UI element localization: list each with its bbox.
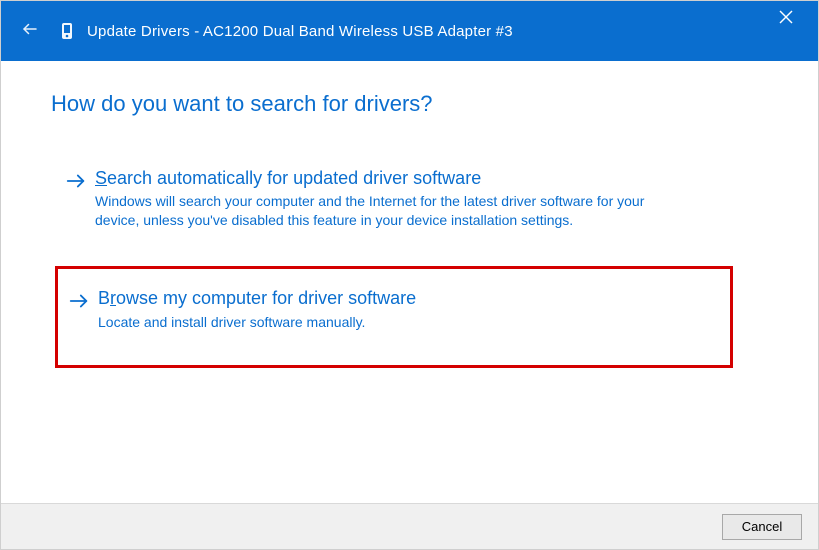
- close-button[interactable]: [764, 5, 808, 33]
- close-icon: [779, 10, 793, 29]
- content-area: How do you want to search for drivers? S…: [1, 61, 818, 503]
- window-title: Update Drivers - AC1200 Dual Band Wirele…: [87, 23, 513, 40]
- back-arrow-icon: [21, 20, 39, 43]
- footer-bar: Cancel: [1, 503, 818, 549]
- back-button[interactable]: [19, 20, 41, 42]
- option-title-text: owse my computer for driver software: [116, 288, 416, 308]
- arrow-right-icon: [68, 290, 90, 312]
- option-title-prefix: B: [98, 288, 110, 308]
- option-browse-computer[interactable]: Browse my computer for driver software L…: [55, 266, 733, 368]
- device-icon: [59, 20, 75, 42]
- arrow-right-icon: [65, 170, 87, 192]
- option-title: Browse my computer for driver software: [98, 287, 716, 310]
- option-title: Search automatically for updated driver …: [95, 167, 719, 190]
- option-description: Windows will search your computer and th…: [95, 192, 655, 230]
- hotkey-letter: S: [95, 168, 107, 188]
- title-bar: Update Drivers - AC1200 Dual Band Wirele…: [1, 1, 818, 61]
- option-body: Search automatically for updated driver …: [95, 167, 719, 230]
- update-drivers-window: Update Drivers - AC1200 Dual Band Wirele…: [0, 0, 819, 550]
- option-description: Locate and install driver software manua…: [98, 313, 658, 332]
- option-title-text: earch automatically for updated driver s…: [107, 168, 481, 188]
- option-body: Browse my computer for driver software L…: [98, 287, 716, 331]
- option-search-automatically[interactable]: Search automatically for updated driver …: [55, 157, 733, 244]
- page-heading: How do you want to search for drivers?: [51, 91, 773, 117]
- cancel-button[interactable]: Cancel: [722, 514, 802, 540]
